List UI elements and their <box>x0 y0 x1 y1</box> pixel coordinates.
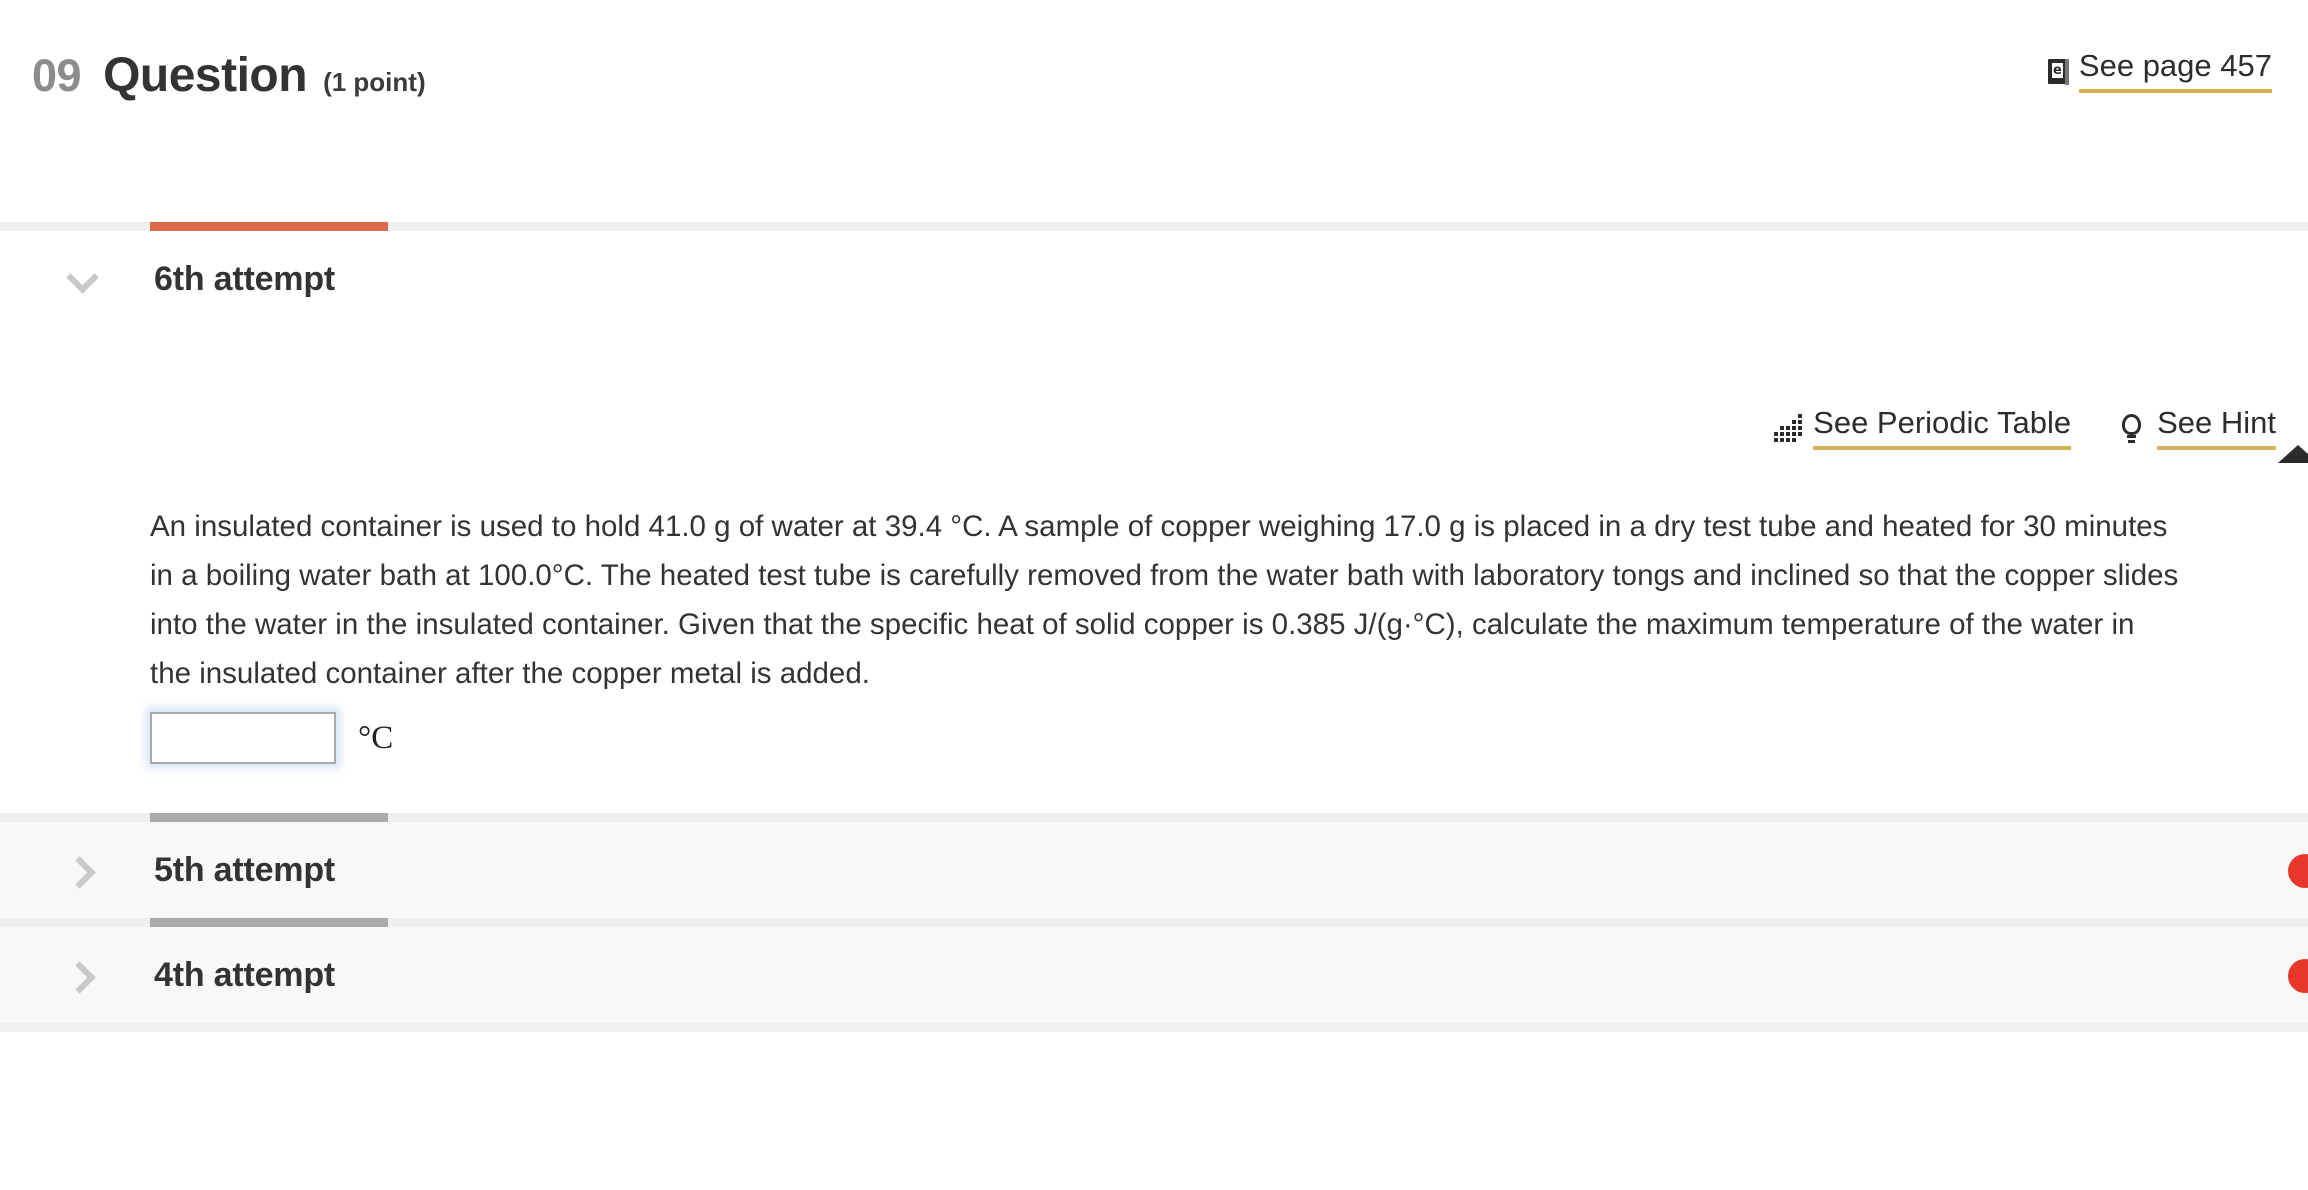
tool-links: See Periodic Table See Hint <box>0 407 2308 450</box>
question-points: (1 point) <box>323 67 426 97</box>
attempt-body-6: See Periodic Table See Hint An insulated… <box>0 407 2308 813</box>
lightbulb-icon <box>2119 414 2145 446</box>
active-attempt-marker <box>150 222 388 231</box>
attempt-panel-5: 5th attempt <box>0 822 2308 918</box>
see-hint-link[interactable]: See Hint <box>2119 407 2276 450</box>
see-periodic-table-link[interactable]: See Periodic Table <box>1774 407 2072 450</box>
ebook-icon-letter: e <box>2051 62 2063 78</box>
chevron-right-icon[interactable] <box>64 958 98 992</box>
attempt-divider-bottom <box>0 1023 2308 1032</box>
question-header: 09 Question (1 point) e See page 457 <box>0 0 2308 222</box>
attempt-divider-5 <box>0 813 2308 822</box>
ebook-icon: e <box>2047 58 2070 85</box>
attempt-header-4[interactable]: 4th attempt <box>0 927 2308 1023</box>
attempt-marker-4 <box>150 918 388 927</box>
question-number: 09 <box>32 50 82 101</box>
see-page-link[interactable]: e See page 457 <box>2047 50 2272 93</box>
attempt-title-5: 5th attempt <box>154 850 336 889</box>
see-periodic-table-label: See Periodic Table <box>1813 407 2072 450</box>
answer-row: °C <box>150 712 2308 764</box>
page-title: 09 Question (1 point) <box>32 48 426 103</box>
question-label: Question <box>103 49 308 102</box>
attempt-marker-5 <box>150 813 388 822</box>
chevron-down-icon[interactable] <box>64 262 98 296</box>
attempt-title-6: 6th attempt <box>154 259 336 298</box>
see-page-label: See page 457 <box>2078 50 2272 93</box>
attempt-header-6[interactable]: 6th attempt <box>0 231 2308 327</box>
attempt-panel-6: 6th attempt See Periodic Table See Hint … <box>0 231 2308 813</box>
answer-input[interactable] <box>150 712 336 764</box>
status-badge-4 <box>2288 959 2308 993</box>
status-badge-5 <box>2288 854 2308 888</box>
attempt-divider-6 <box>0 222 2308 231</box>
attempt-header-5[interactable]: 5th attempt <box>0 822 2308 918</box>
attempt-title-4: 4th attempt <box>154 955 336 994</box>
attempt-divider-4 <box>0 918 2308 927</box>
periodic-table-icon <box>1774 414 1804 444</box>
see-hint-label: See Hint <box>2157 407 2276 450</box>
attempt-panel-4: 4th attempt <box>0 927 2308 1023</box>
collapse-caret-icon[interactable] <box>2278 445 2308 463</box>
question-body-text: An insulated container is used to hold 4… <box>150 510 2179 690</box>
chevron-right-icon[interactable] <box>64 853 98 887</box>
answer-unit-label: °C <box>358 719 394 756</box>
